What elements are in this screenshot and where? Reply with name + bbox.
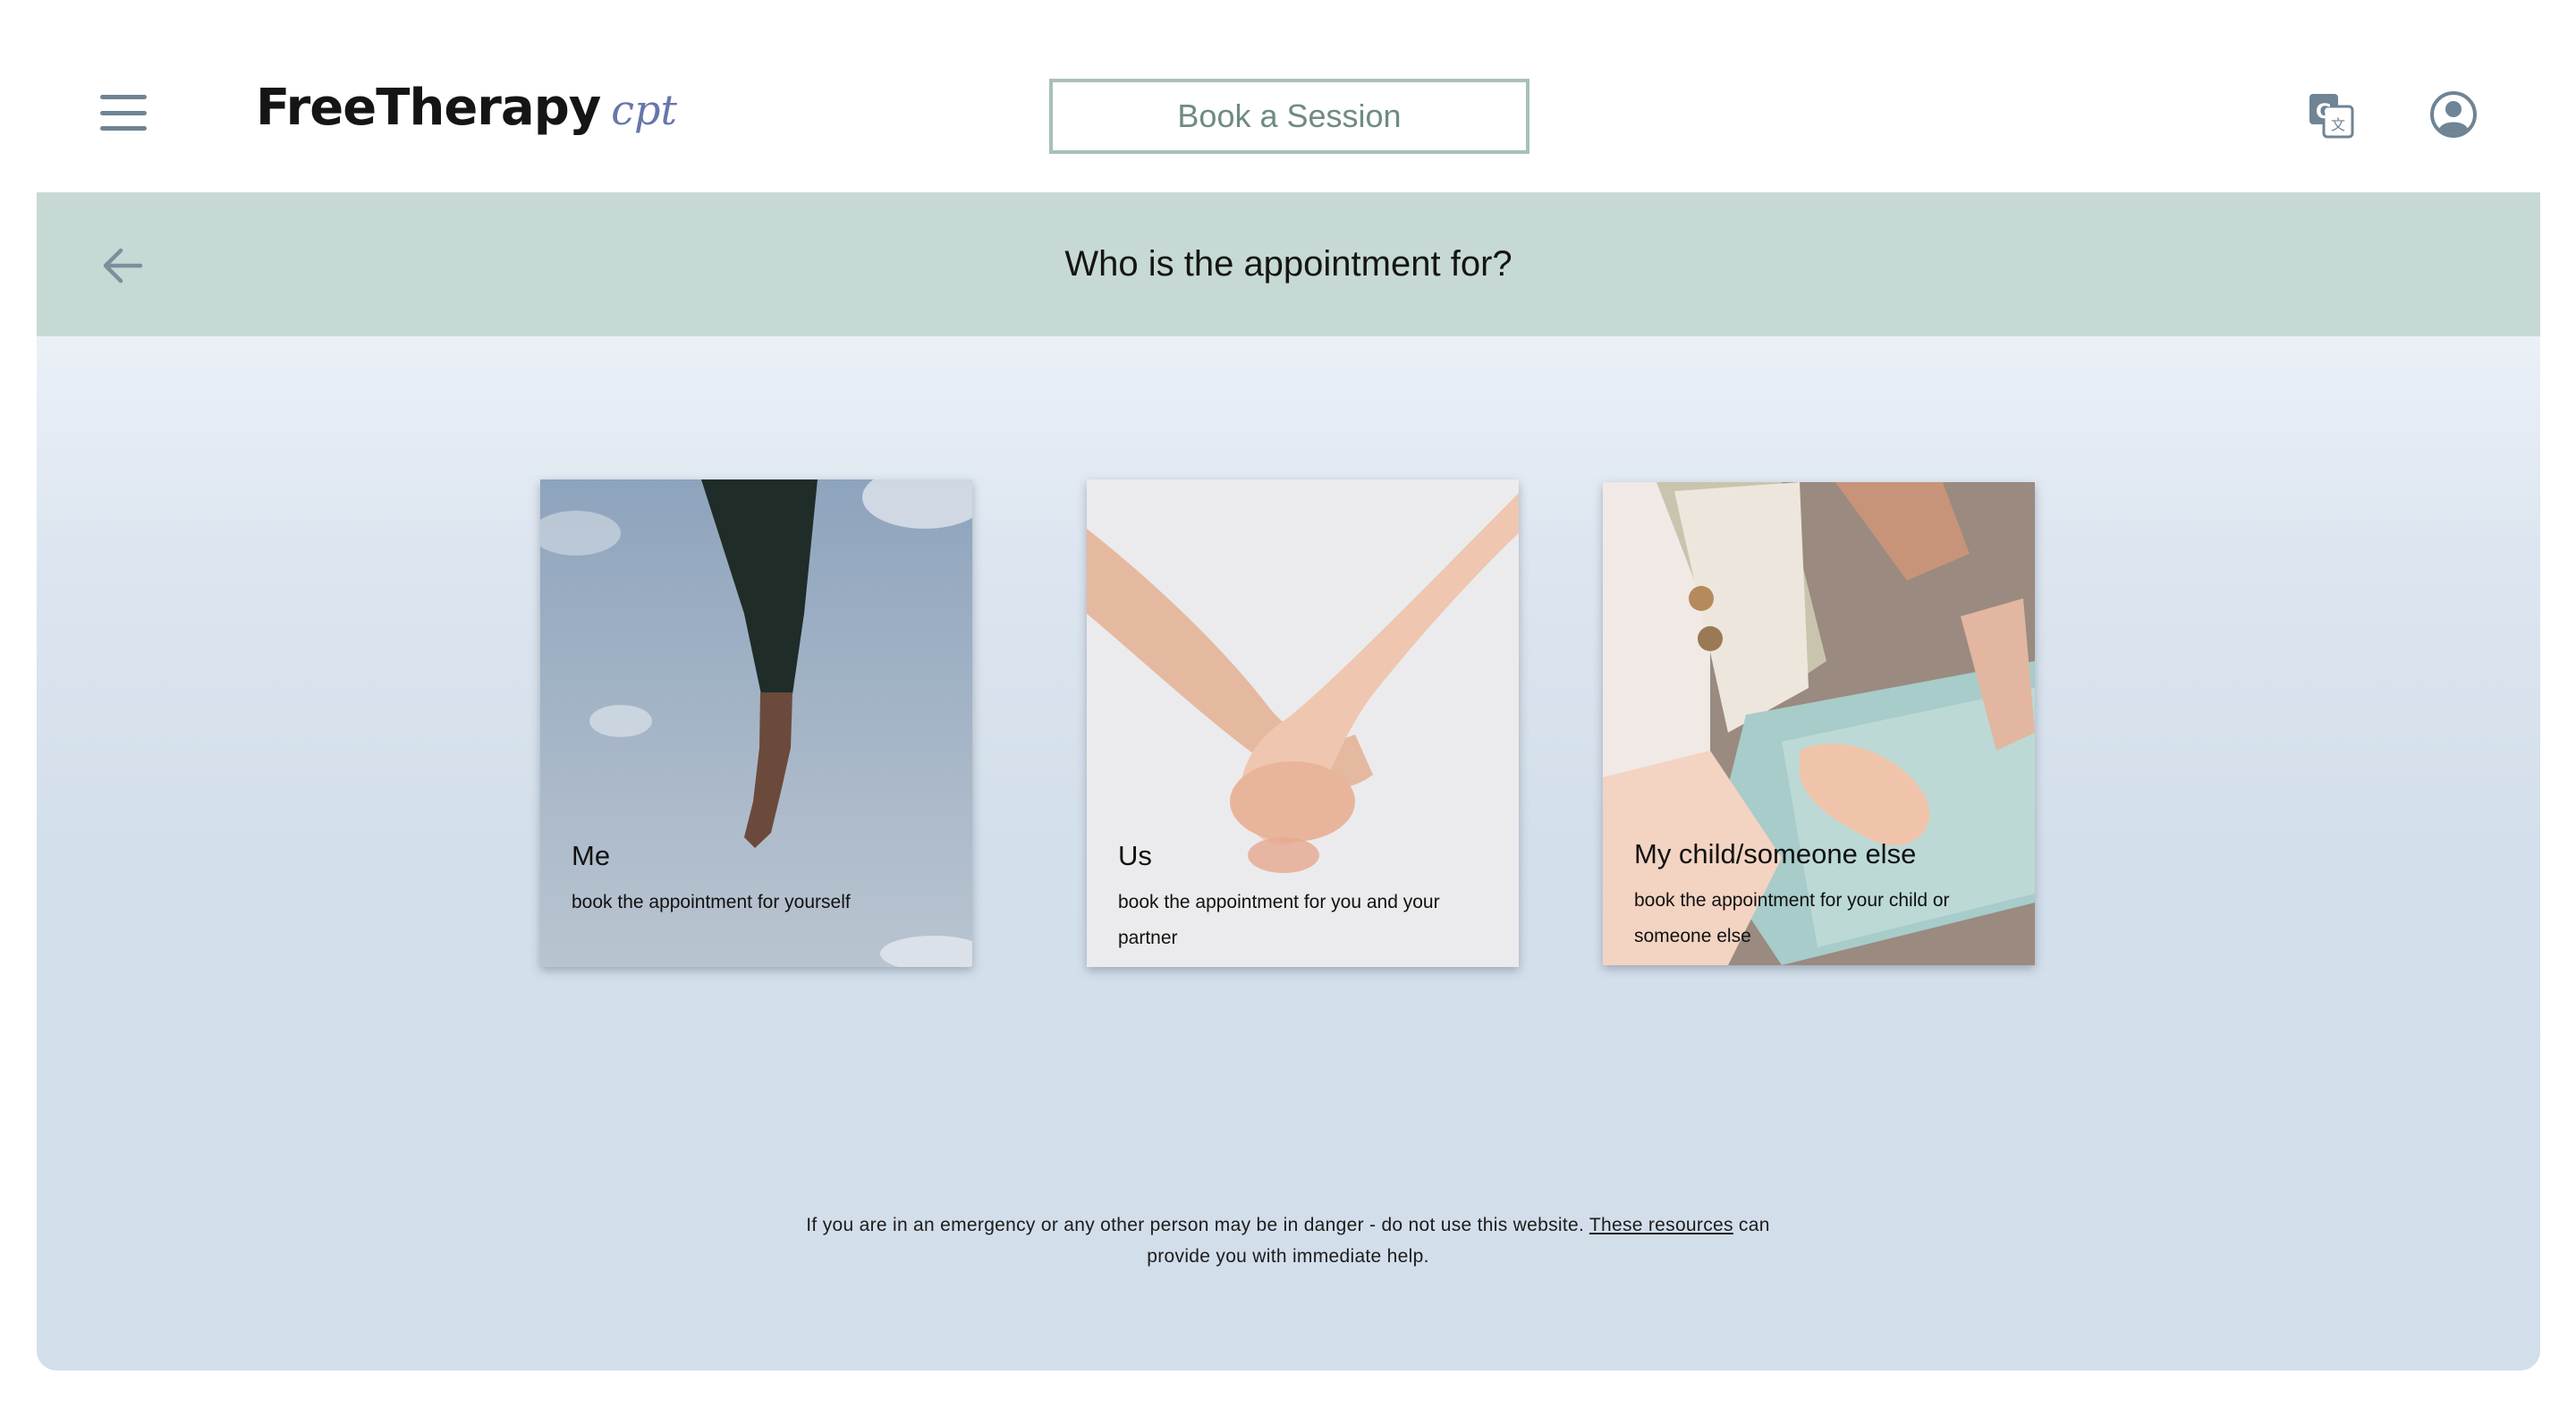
svg-text:G: G <box>2316 101 2332 123</box>
google-translate-icon[interactable]: G 文 <box>2308 92 2354 139</box>
option-title: My child/someone else <box>1634 838 1917 869</box>
notice-prefix: If you are in an emergency or any other … <box>806 1215 1585 1235</box>
user-account-icon[interactable] <box>2429 90 2478 139</box>
brand-name: FreeTherapy <box>256 79 601 137</box>
main-panel: Who is the appointment for? Me book the … <box>37 192 2540 1370</box>
option-card-me[interactable]: Me book the appointment for yourself <box>540 479 972 967</box>
option-text: Us book the appointment for you and your… <box>1118 840 1492 956</box>
emergency-notice: If you are in an emergency or any other … <box>787 1209 1789 1272</box>
top-navigation: FreeTherapy cpt Book a Session G 文 <box>0 0 2576 192</box>
brand-logo[interactable]: FreeTherapy cpt <box>256 79 677 137</box>
option-title: Us <box>1118 840 1152 871</box>
svg-text:文: 文 <box>2331 116 2345 133</box>
option-title: Me <box>572 840 611 871</box>
option-description: book the appointment for your child or s… <box>1634 890 1950 946</box>
option-card-us[interactable]: Us book the appointment for you and your… <box>1087 479 1519 967</box>
emergency-resources-link[interactable]: These resources <box>1589 1215 1733 1235</box>
option-text: My child/someone else book the appointme… <box>1634 838 2008 954</box>
option-text: Me book the appointment for yourself <box>572 840 945 920</box>
hamburger-menu-icon[interactable] <box>100 95 147 131</box>
option-description: book the appointment for you and your pa… <box>1118 892 1440 948</box>
option-card-child-someone-else[interactable]: My child/someone else book the appointme… <box>1603 482 2035 965</box>
brand-suffix: cpt <box>611 86 677 134</box>
option-description: book the appointment for yourself <box>572 892 851 912</box>
page-title: Who is the appointment for? <box>1064 244 1513 284</box>
book-session-button[interactable]: Book a Session <box>1049 79 1530 154</box>
page-header-band: Who is the appointment for? <box>37 192 2540 336</box>
